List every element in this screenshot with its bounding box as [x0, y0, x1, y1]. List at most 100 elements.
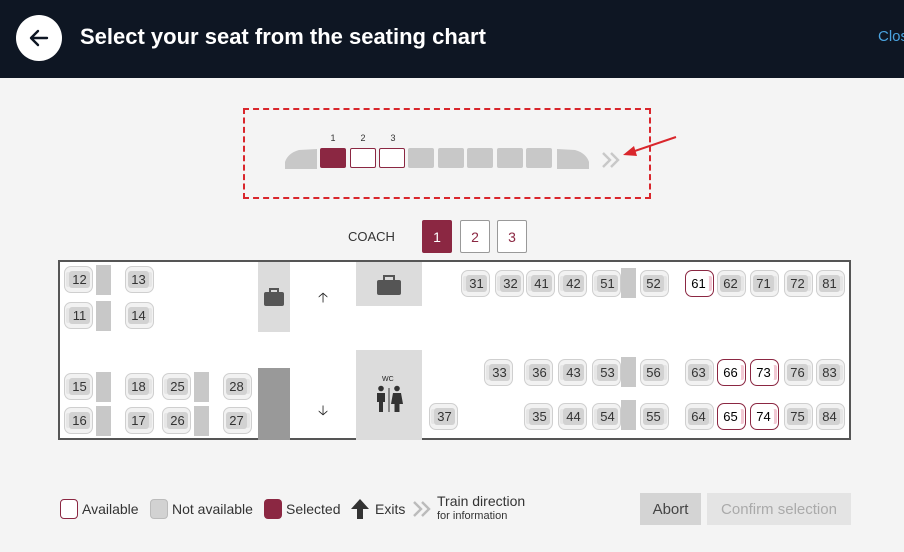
seat-number: 18	[128, 378, 149, 395]
seat-number: 54	[597, 408, 618, 425]
coach-button-3[interactable]: 3	[497, 220, 527, 253]
seat-number: 42	[563, 275, 584, 292]
toilet-icon	[377, 385, 403, 412]
wagon-1[interactable]	[320, 148, 346, 168]
seat-number: 71	[753, 275, 774, 292]
seat-37: 37	[429, 403, 458, 430]
seat-17: 17	[125, 407, 154, 434]
available-seat-icon	[60, 499, 78, 519]
legend-selected-label: Selected	[286, 501, 341, 517]
seat-53: 53	[592, 359, 621, 386]
coach-number-label: 3	[390, 133, 396, 143]
seat-12: 12	[64, 266, 93, 293]
seat-number: 13	[128, 271, 149, 288]
seat-number: 63	[688, 364, 709, 381]
seat-13: 13	[125, 266, 154, 293]
wagon-2[interactable]	[350, 148, 376, 168]
seat-66[interactable]: 66	[717, 359, 746, 386]
seat-number: 83	[819, 364, 840, 381]
seat-18: 18	[125, 373, 154, 400]
seat-84: 84	[816, 403, 845, 430]
seat-73[interactable]: 73	[750, 359, 779, 386]
seat-number: 52	[643, 275, 664, 292]
seat-number: 65	[720, 408, 741, 425]
wagon	[408, 148, 434, 168]
seat-74[interactable]: 74	[750, 403, 779, 430]
seat-71: 71	[750, 270, 779, 297]
seat-number: 25	[167, 378, 188, 395]
seat-33: 33	[484, 359, 513, 386]
legend-exits-label: Exits	[375, 501, 406, 517]
seat-table	[194, 406, 209, 436]
seat-number: 33	[489, 364, 510, 381]
legend-available: Available	[60, 498, 139, 520]
seat-number: 62	[720, 275, 741, 292]
seat-31: 31	[461, 270, 490, 297]
seat-42: 42	[558, 270, 587, 297]
seat-number: 28	[226, 378, 247, 395]
seat-number: 14	[128, 307, 149, 324]
seat-number: 37	[434, 408, 455, 425]
seat-number: 61	[688, 275, 709, 292]
seat-55: 55	[640, 403, 669, 430]
seat-14: 14	[125, 302, 154, 329]
seating-chart: 🡡 🡣 WC 12 13 11 14 15 18 16 17 25 28 26 27 31 32 41 42 5…	[58, 260, 851, 440]
seat-25: 25	[162, 373, 191, 400]
close-link[interactable]: Close	[878, 28, 904, 45]
seat-number: 72	[787, 275, 808, 292]
seat-number: 35	[529, 408, 550, 425]
exit-door	[258, 368, 290, 440]
seat-72: 72	[784, 270, 813, 297]
seat-number: 66	[720, 364, 741, 381]
seat-number: 74	[753, 408, 774, 425]
seat-16: 16	[64, 407, 93, 434]
seat-table	[621, 268, 636, 298]
wc-label: WC	[382, 376, 394, 383]
seat-35: 35	[524, 403, 553, 430]
seat-number: 75	[787, 408, 808, 425]
seat-61[interactable]: 61	[685, 270, 714, 297]
seat-number: 84	[819, 408, 840, 425]
seat-table	[96, 372, 111, 402]
seat-number: 16	[69, 412, 90, 429]
seat-11: 11	[64, 302, 93, 329]
train-direction-icon	[602, 152, 620, 168]
coach-button-2[interactable]: 2	[460, 220, 490, 253]
seat-number: 36	[529, 364, 550, 381]
seat-number: 32	[500, 275, 521, 292]
seat-76: 76	[784, 359, 813, 386]
legend-exits: Exits	[349, 498, 405, 520]
legend-for-information-label: for information	[437, 510, 508, 522]
seat-75: 75	[784, 403, 813, 430]
back-button[interactable]	[16, 15, 62, 61]
legend-available-label: Available	[82, 501, 139, 517]
seat-number: 44	[563, 408, 584, 425]
seat-table	[96, 301, 111, 331]
wagon	[438, 148, 464, 168]
locomotive-rear-icon	[557, 149, 589, 169]
seat-number: 51	[597, 275, 618, 292]
wagon-3[interactable]	[379, 148, 405, 168]
seat-number: 11	[69, 307, 90, 324]
legend-selected: Selected	[264, 498, 340, 520]
seat-table	[194, 372, 209, 402]
coach-number-label: 1	[330, 133, 336, 143]
unavailable-seat-icon	[150, 499, 168, 519]
legend-train-direction-label: Train direction	[437, 493, 526, 509]
seat-81: 81	[816, 270, 845, 297]
abort-button[interactable]: Abort	[640, 493, 701, 525]
legend-not-available-label: Not available	[172, 501, 253, 517]
exit-arrow-down-icon: 🡣	[318, 402, 329, 418]
confirm-selection-button[interactable]: Confirm selection	[707, 493, 851, 525]
seat-15: 15	[64, 373, 93, 400]
seat-number: 17	[128, 412, 149, 429]
arrow-left-icon	[29, 29, 49, 47]
seat-54: 54	[592, 403, 621, 430]
seat-number: 53	[597, 364, 618, 381]
coach-button-1[interactable]: 1	[422, 220, 452, 253]
seat-table	[96, 406, 111, 436]
seat-63: 63	[685, 359, 714, 386]
seat-number: 26	[167, 412, 188, 429]
seat-44: 44	[558, 403, 587, 430]
seat-65[interactable]: 65	[717, 403, 746, 430]
